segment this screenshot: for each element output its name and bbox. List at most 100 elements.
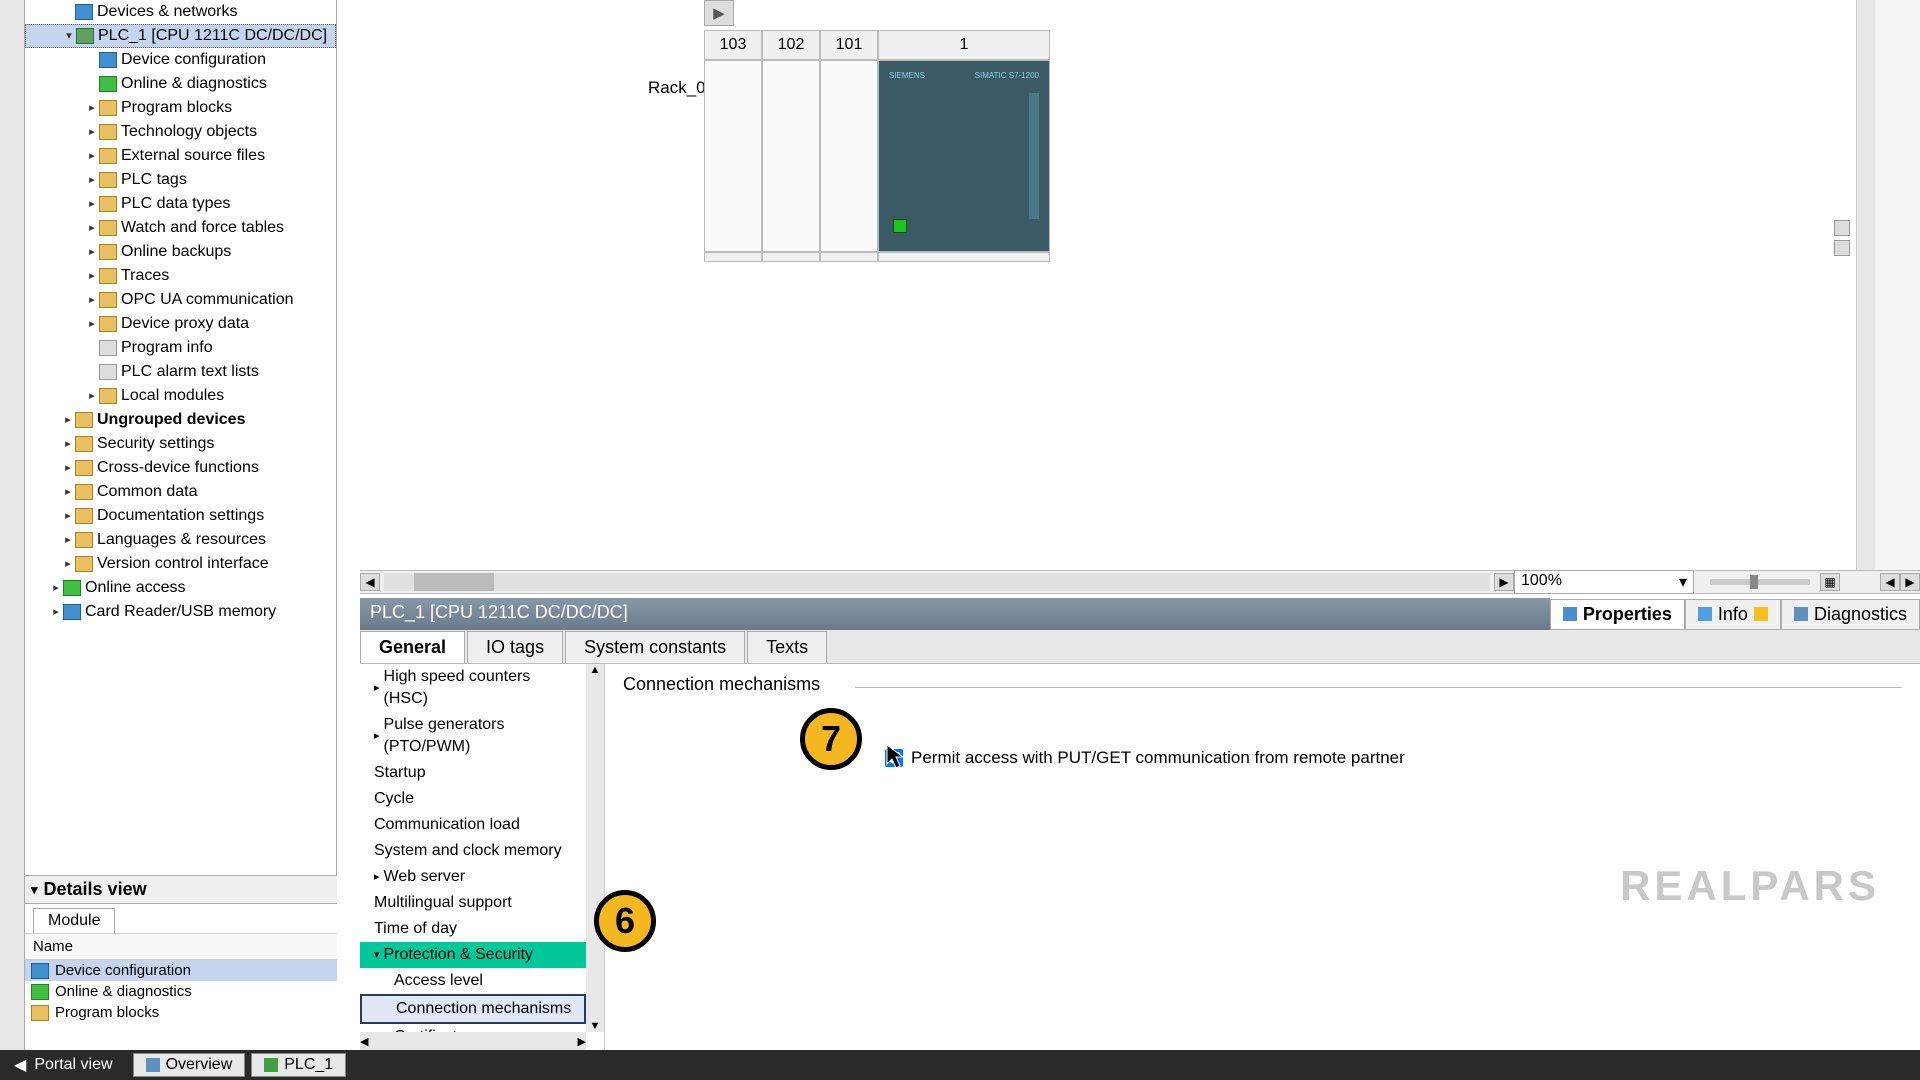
tree-node[interactable]: ▸Languages & resources [25, 528, 336, 552]
inspector-nav-item[interactable]: Access level [360, 968, 586, 994]
tab-properties[interactable]: Properties [1550, 599, 1685, 630]
tree-node[interactable]: ▸Version control interface [25, 552, 336, 576]
rack-slot[interactable]: SIEMENSSIMATIC S7-1200 [878, 60, 1050, 252]
taskbar-tab-overview[interactable]: Overview [133, 1053, 246, 1077]
tree-expander-icon[interactable]: ▸ [85, 169, 99, 191]
horizontal-scrollbar[interactable]: ◀▶ [360, 1032, 586, 1050]
zoom-slider[interactable] [1710, 579, 1810, 585]
tree-node[interactable]: ▸OPC UA communication [25, 288, 336, 312]
toolbox-button[interactable] [1834, 220, 1850, 236]
scroll-right-button[interactable]: ▶ [1494, 573, 1514, 591]
plc-module[interactable]: SIEMENSSIMATIC S7-1200 [885, 67, 1043, 245]
tree-expander-icon[interactable]: ▸ [85, 265, 99, 287]
tree-node[interactable]: Program info [25, 336, 336, 360]
subtab-general[interactable]: General [360, 631, 465, 663]
tree-node[interactable]: ▾PLC_1 [CPU 1211C DC/DC/DC] [25, 24, 336, 48]
scroll-left-button[interactable]: ◀ [360, 573, 380, 591]
tree-node[interactable]: ▸Watch and force tables [25, 216, 336, 240]
tree-node[interactable]: ▸Card Reader/USB memory [25, 600, 336, 624]
details-row[interactable]: Device configuration [25, 960, 337, 981]
tree-expander-icon[interactable]: ▸ [61, 481, 75, 503]
fit-view-button[interactable]: ▦ [1820, 573, 1840, 591]
inspector-nav-item[interactable]: Communication load [360, 812, 586, 838]
details-row[interactable]: Online & diagnostics [25, 981, 337, 1002]
tree-node[interactable]: Device configuration [25, 48, 336, 72]
tree-expander-icon[interactable]: ▸ [85, 241, 99, 263]
tree-node[interactable]: ▸Device proxy data [25, 312, 336, 336]
subtab-system-constants[interactable]: System constants [565, 631, 745, 663]
tree-node[interactable]: ▸External source files [25, 144, 336, 168]
tree-expander-icon[interactable]: ▸ [85, 289, 99, 311]
device-view-canvas[interactable]: ▶ Rack_0 1031021011 SIEMENSSIMATIC S7-12… [360, 0, 1920, 580]
tree-node[interactable]: ▸Local modules [25, 384, 336, 408]
rack-slot[interactable] [762, 60, 820, 252]
tree-node[interactable]: ▸Documentation settings [25, 504, 336, 528]
tree-expander-icon[interactable]: ▸ [85, 97, 99, 119]
tree-expander-icon[interactable]: ▸ [85, 145, 99, 167]
ethernet-port-icon[interactable] [893, 219, 907, 233]
tree-expander-icon[interactable]: ▸ [61, 529, 75, 551]
details-view-header[interactable]: ▾ Details view [25, 876, 337, 904]
tree-expander-icon[interactable]: ▸ [61, 505, 75, 527]
nav-right-arrow[interactable]: ▶ [704, 0, 734, 26]
rack-slot[interactable] [820, 60, 878, 252]
chevron-down-icon[interactable]: ▾ [31, 882, 38, 898]
tree-node[interactable]: ▸Common data [25, 480, 336, 504]
vertical-scrollbar[interactable] [1857, 0, 1875, 580]
horizontal-scrollbar[interactable] [384, 573, 1490, 591]
inspector-nav-item[interactable]: Pulse generators (PTO/PWM) [360, 712, 586, 760]
tree-expander-icon[interactable]: ▸ [49, 577, 63, 599]
rack-slot-header[interactable]: 1 [878, 30, 1050, 60]
collapsed-side-pane[interactable] [0, 0, 25, 1080]
details-row[interactable]: Program blocks [25, 1002, 337, 1023]
inspector-nav-item[interactable]: System and clock memory [360, 838, 586, 864]
tree-expander-icon[interactable]: ▸ [49, 601, 63, 623]
inspector-nav-item[interactable]: Connection mechanisms [360, 994, 586, 1024]
right-collapsed-pane[interactable] [1856, 0, 1920, 580]
tree-node[interactable]: ▸Technology objects [25, 120, 336, 144]
rack-slot[interactable] [704, 60, 762, 252]
tree-node[interactable]: Online & diagnostics [25, 72, 336, 96]
tab-diagnostics[interactable]: Diagnostics [1781, 599, 1920, 630]
tree-expander-icon[interactable]: ▸ [85, 121, 99, 143]
rack-slot-header[interactable]: 103 [704, 30, 762, 60]
tree-node[interactable]: ▸PLC data types [25, 192, 336, 216]
tree-expander-icon[interactable]: ▾ [62, 25, 76, 47]
tree-node[interactable]: ▸Ungrouped devices [25, 408, 336, 432]
inspector-nav-item[interactable]: Multilingual support [360, 890, 586, 916]
tree-node[interactable]: PLC alarm text lists [25, 360, 336, 384]
tree-expander-icon[interactable]: ▸ [85, 217, 99, 239]
tree-expander-icon[interactable]: ▸ [61, 553, 75, 575]
tree-expander-icon[interactable]: ▸ [61, 409, 75, 431]
tree-node[interactable]: ▸Cross-device functions [25, 456, 336, 480]
tree-node[interactable]: ▸Program blocks [25, 96, 336, 120]
tree-node[interactable]: ▸Online backups [25, 240, 336, 264]
module-tab[interactable]: Module [33, 908, 115, 933]
rack-slot-header[interactable]: 101 [820, 30, 878, 60]
inspector-nav-item[interactable]: Cycle [360, 786, 586, 812]
tree-expander-icon[interactable]: ▸ [85, 193, 99, 215]
tree-node[interactable]: ▸Online access [25, 576, 336, 600]
inspector-nav-item[interactable]: Protection & Security [360, 942, 586, 968]
zoom-dropdown[interactable]: 100% ▾ [1514, 570, 1694, 594]
subtab-texts[interactable]: Texts [747, 631, 827, 663]
inspector-nav-item[interactable]: High speed counters (HSC) [360, 664, 586, 712]
toolbox-button[interactable] [1834, 240, 1850, 256]
vertical-scrollbar[interactable]: ▲▼ [586, 664, 604, 1032]
tree-expander-icon[interactable]: ▸ [85, 385, 99, 407]
rack-slot-header[interactable]: 102 [762, 30, 820, 60]
scroll-right-button[interactable]: ▶ [1900, 573, 1920, 591]
inspector-nav-item[interactable]: Time of day [360, 916, 586, 942]
tree-expander-icon[interactable]: ▸ [61, 457, 75, 479]
tree-node[interactable]: ▸Security settings [25, 432, 336, 456]
taskbar-tab-plc1[interactable]: PLC_1 [251, 1053, 346, 1077]
inspector-nav-item[interactable]: Startup [360, 760, 586, 786]
portal-view-button[interactable]: ◀ Portal view [0, 1055, 127, 1075]
tree-node[interactable]: ▸Traces [25, 264, 336, 288]
subtab-io-tags[interactable]: IO tags [467, 631, 563, 663]
tree-expander-icon[interactable]: ▸ [61, 433, 75, 455]
tree-node[interactable]: ▸PLC tags [25, 168, 336, 192]
inspector-nav-item[interactable]: Web server [360, 864, 586, 890]
tree-expander-icon[interactable]: ▸ [85, 313, 99, 335]
tab-info[interactable]: Info [1685, 599, 1781, 630]
